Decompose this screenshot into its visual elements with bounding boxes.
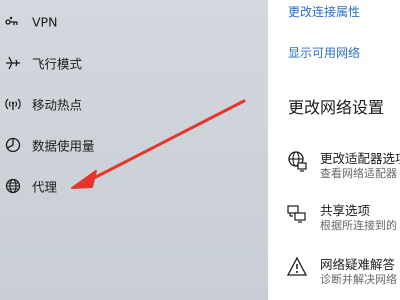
sidebar-item-label: 数据使用量 xyxy=(32,138,95,154)
sidebar-item-label: 代理 xyxy=(32,179,58,195)
vpn-icon xyxy=(5,14,21,30)
sidebar-item-airplane-mode[interactable]: 飞行模式 xyxy=(0,43,268,83)
sidebar-item-data-usage[interactable]: 数据使用量 xyxy=(0,125,268,165)
show-available-networks-link[interactable]: 显示可用网络 xyxy=(288,44,360,61)
sidebar-item-mobile-hotspot[interactable]: 移动热点 xyxy=(0,84,268,124)
sidebar-item-label: 移动热点 xyxy=(32,97,83,113)
hotspot-icon xyxy=(5,96,21,112)
sharing-options[interactable]: 共享选项 根据所连接到的 xyxy=(286,200,400,236)
data-usage-icon xyxy=(5,137,21,153)
sharing-icon xyxy=(286,202,308,224)
section-title: 更改网络设置 xyxy=(288,98,385,117)
setting-description: 查看网络适配器 xyxy=(320,167,397,180)
network-settings-panel: 更改连接属性 显示可用网络 更改网络设置 更改适配器选项 查看网络适配器 共享选… xyxy=(268,0,400,300)
network-troubleshooter[interactable]: 网络疑难解答 诊断并解决网络 xyxy=(286,254,400,290)
globe-icon xyxy=(5,178,21,194)
setting-description: 诊断并解决网络 xyxy=(320,273,397,286)
sidebar-item-label: VPN xyxy=(32,14,58,30)
change-adapter-options[interactable]: 更改适配器选项 查看网络适配器 xyxy=(286,148,400,184)
airplane-icon xyxy=(5,55,21,71)
settings-sidebar: VPN 飞行模式 移动热点 数据使用量 代理 xyxy=(0,0,268,300)
warning-icon xyxy=(286,256,308,278)
sidebar-item-proxy[interactable]: 代理 xyxy=(0,166,268,206)
setting-description: 根据所连接到的 xyxy=(320,219,397,232)
sidebar-item-vpn[interactable]: VPN xyxy=(0,2,268,42)
sidebar-item-label: 飞行模式 xyxy=(32,56,83,72)
change-connection-properties-link[interactable]: 更改连接属性 xyxy=(288,3,360,20)
adapter-icon xyxy=(286,150,308,172)
